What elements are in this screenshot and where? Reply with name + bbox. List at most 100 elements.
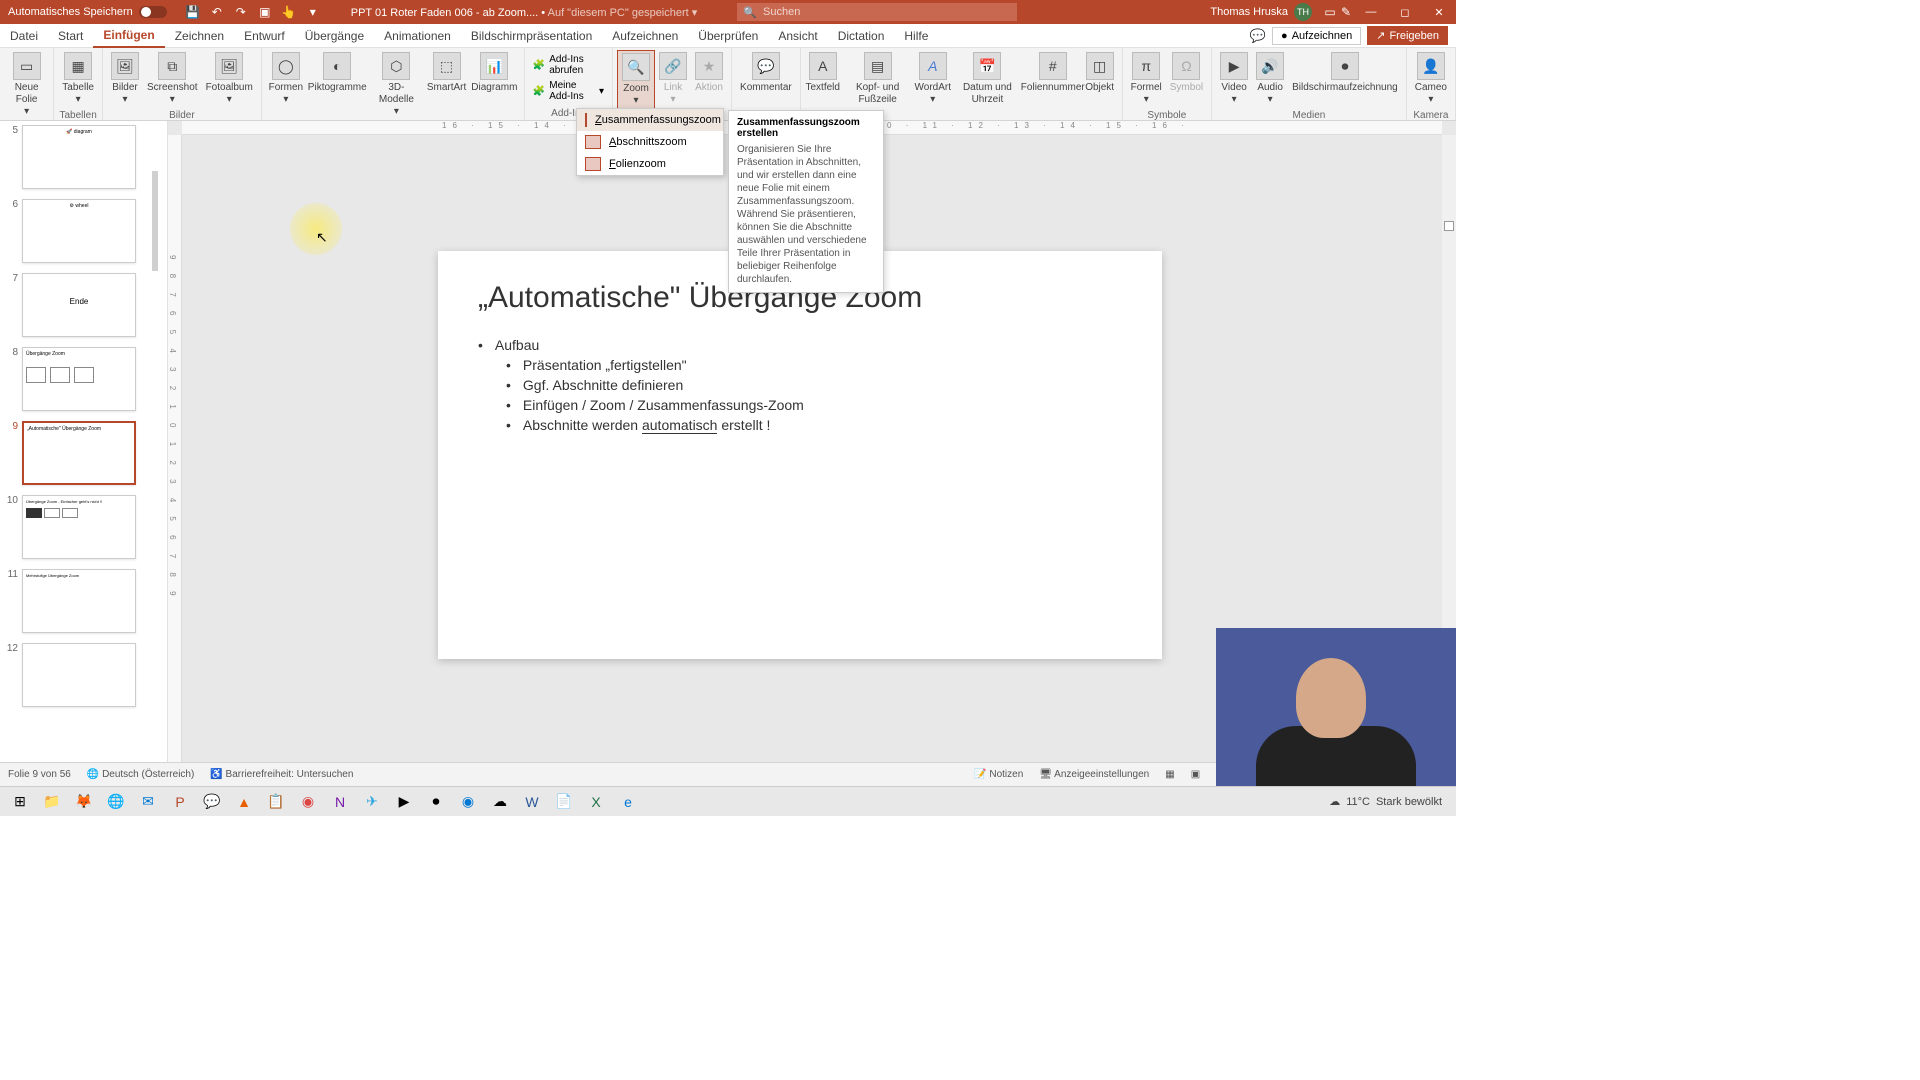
chrome-icon[interactable]: 🌐 xyxy=(102,789,130,815)
comments-icon[interactable]: 💬 xyxy=(1250,28,1266,44)
close-button[interactable]: ✕ xyxy=(1422,0,1456,24)
qat-more-icon[interactable]: ▾ xyxy=(305,4,321,20)
zoom-slide-item[interactable]: Folienzoom xyxy=(577,153,723,175)
tab-ansicht[interactable]: Ansicht xyxy=(768,24,827,48)
screenrecording-button[interactable]: ⏺Bildschirmaufzeichnung xyxy=(1288,50,1402,96)
app-icon-5[interactable]: ◉ xyxy=(454,789,482,815)
zoom-section-item[interactable]: Abschnittszoom xyxy=(577,131,723,153)
save-icon[interactable]: 💾 xyxy=(185,4,201,20)
thumb-scrollbar[interactable] xyxy=(152,171,158,271)
slide-thumbnail-panel[interactable]: 5🚀 diagram 6⚙ wheel 7Ende 8Übergänge Zoo… xyxy=(0,121,168,762)
weather-widget[interactable]: ☁ 11°C Stark bewölkt xyxy=(1329,795,1452,808)
view-sorter-icon[interactable]: ▣ xyxy=(1191,769,1200,780)
zoom-button[interactable]: 🔍Zoom▾ xyxy=(617,50,655,110)
link-button[interactable]: 🔗Link▾ xyxy=(655,50,691,108)
tab-entwurf[interactable]: Entwurf xyxy=(234,24,295,48)
touch-mode-icon[interactable]: 👆 xyxy=(281,4,297,20)
thumbnail-11[interactable]: Mehrstufige Übergänge Zoom xyxy=(22,569,136,633)
action-button[interactable]: ★Aktion xyxy=(691,50,727,96)
video-button[interactable]: ▶Video▾ xyxy=(1216,50,1252,108)
app-icon-4[interactable]: ▶ xyxy=(390,789,418,815)
thumbnail-12[interactable] xyxy=(22,643,136,707)
shapes-button[interactable]: ◯Formen▾ xyxy=(266,50,306,108)
object-button[interactable]: ◫Objekt xyxy=(1082,50,1118,96)
autosave-toggle[interactable] xyxy=(139,6,167,18)
share-button[interactable]: ↗ Freigeben xyxy=(1367,26,1448,45)
onenote-icon[interactable]: N xyxy=(326,789,354,815)
thumbnail-8[interactable]: Übergänge Zoom xyxy=(22,347,136,411)
powerpoint-icon[interactable]: P xyxy=(166,789,194,815)
language-status[interactable]: 🌐 Deutsch (Österreich) xyxy=(87,769,194,780)
slidenumber-button[interactable]: #Foliennummer xyxy=(1024,50,1082,96)
audio-button[interactable]: 🔊Audio▾ xyxy=(1252,50,1288,108)
tab-zeichnen[interactable]: Zeichnen xyxy=(165,24,234,48)
thumbnail-10[interactable]: Übergänge Zoom - Einfacher geht's nicht … xyxy=(22,495,136,559)
notes-button[interactable]: 📝 Notizen xyxy=(974,769,1023,780)
equation-button[interactable]: πFormel▾ xyxy=(1127,50,1166,108)
editor-options-icon[interactable] xyxy=(1444,221,1454,231)
pen-icon[interactable]: ✎ xyxy=(1338,4,1354,20)
search-input[interactable] xyxy=(763,6,1011,18)
my-addins-button[interactable]: 🧩 Meine Add-Ins ▾ xyxy=(529,78,608,104)
redo-icon[interactable]: ↷ xyxy=(233,4,249,20)
start-button[interactable]: ⊞ xyxy=(6,789,34,815)
display-settings-button[interactable]: 🖥 Anzeigeeinstellungen xyxy=(1039,769,1149,780)
chart-button[interactable]: 📊Diagramm xyxy=(469,50,520,96)
table-button[interactable]: ▦Tabelle▾ xyxy=(58,50,98,108)
telegram-icon[interactable]: ✈ xyxy=(358,789,386,815)
slide-counter[interactable]: Folie 9 von 56 xyxy=(8,769,71,780)
cameo-button[interactable]: 👤Cameo▾ xyxy=(1411,50,1451,108)
undo-icon[interactable]: ↶ xyxy=(209,4,225,20)
minimize-button[interactable]: — xyxy=(1354,0,1388,24)
thumbnail-5[interactable]: 🚀 diagram xyxy=(22,125,136,189)
edge-icon[interactable]: e xyxy=(614,789,642,815)
firefox-icon[interactable]: 🦊 xyxy=(70,789,98,815)
tab-uebergaenge[interactable]: Übergänge xyxy=(295,24,374,48)
start-show-icon[interactable]: ▣ xyxy=(257,4,273,20)
app-icon-3[interactable]: ◉ xyxy=(294,789,322,815)
datetime-button[interactable]: 📅Datum und Uhrzeit xyxy=(951,50,1024,108)
tab-datei[interactable]: Datei xyxy=(0,24,48,48)
app-icon-2[interactable]: 📋 xyxy=(262,789,290,815)
3dmodels-button[interactable]: ⬡3D-Modelle▾ xyxy=(369,50,425,120)
tab-aufzeichnen[interactable]: Aufzeichnen xyxy=(602,24,688,48)
current-slide[interactable]: „Automatische" Übergänge Zoom Aufbau Prä… xyxy=(438,251,1162,659)
screenshot-button[interactable]: ⧉Screenshot▾ xyxy=(143,50,202,108)
accessibility-status[interactable]: ♿ Barrierefreiheit: Untersuchen xyxy=(210,769,353,780)
view-normal-icon[interactable]: ▦ xyxy=(1165,769,1174,780)
tab-dictation[interactable]: Dictation xyxy=(828,24,895,48)
tab-bildschirmpraesentation[interactable]: Bildschirmpräsentation xyxy=(461,24,602,48)
get-addins-button[interactable]: 🧩 Add-Ins abrufen xyxy=(529,52,608,78)
photoalbum-button[interactable]: 🖼Fotoalbum▾ xyxy=(202,50,257,108)
record-button[interactable]: ● Aufzeichnen xyxy=(1272,27,1361,45)
thumbnail-7[interactable]: Ende xyxy=(22,273,136,337)
textbox-button[interactable]: ATextfeld xyxy=(805,50,841,96)
wordart-button[interactable]: AWordArt▾ xyxy=(915,50,951,108)
pictures-button[interactable]: 🖼Bilder▾ xyxy=(107,50,143,108)
app-icon-7[interactable]: 📄 xyxy=(550,789,578,815)
search-box[interactable]: 🔍 xyxy=(737,3,1017,21)
tab-start[interactable]: Start xyxy=(48,24,93,48)
ribbon-mode-icon[interactable]: ▭ xyxy=(1322,4,1338,20)
tab-animationen[interactable]: Animationen xyxy=(374,24,461,48)
obs-icon[interactable]: ⏺ xyxy=(422,789,450,815)
thumbnail-9[interactable]: „Automatische" Übergänge Zoom xyxy=(22,421,136,485)
new-slide-button[interactable]: ▭Neue Folie▾ xyxy=(4,50,49,120)
tab-ueberpruefen[interactable]: Überprüfen xyxy=(688,24,768,48)
app-icon-6[interactable]: ☁ xyxy=(486,789,514,815)
maximize-button[interactable]: ◻ xyxy=(1388,0,1422,24)
outlook-icon[interactable]: ✉ xyxy=(134,789,162,815)
symbol-button[interactable]: ΩSymbol xyxy=(1166,50,1207,96)
smartart-button[interactable]: ⬚SmartArt xyxy=(424,50,469,96)
word-icon[interactable]: W xyxy=(518,789,546,815)
comment-button[interactable]: 💬Kommentar xyxy=(736,50,796,96)
tab-hilfe[interactable]: Hilfe xyxy=(894,24,938,48)
header-footer-button[interactable]: ▤Kopf- und Fußzeile xyxy=(841,50,915,108)
user-account[interactable]: Thomas Hruska TH xyxy=(1200,3,1322,21)
excel-icon[interactable]: X xyxy=(582,789,610,815)
explorer-icon[interactable]: 📁 xyxy=(38,789,66,815)
icons-button[interactable]: ◐Piktogramme xyxy=(306,50,369,96)
vlc-icon[interactable]: ▲ xyxy=(230,789,258,815)
app-icon-1[interactable]: 💬 xyxy=(198,789,226,815)
thumbnail-6[interactable]: ⚙ wheel xyxy=(22,199,136,263)
